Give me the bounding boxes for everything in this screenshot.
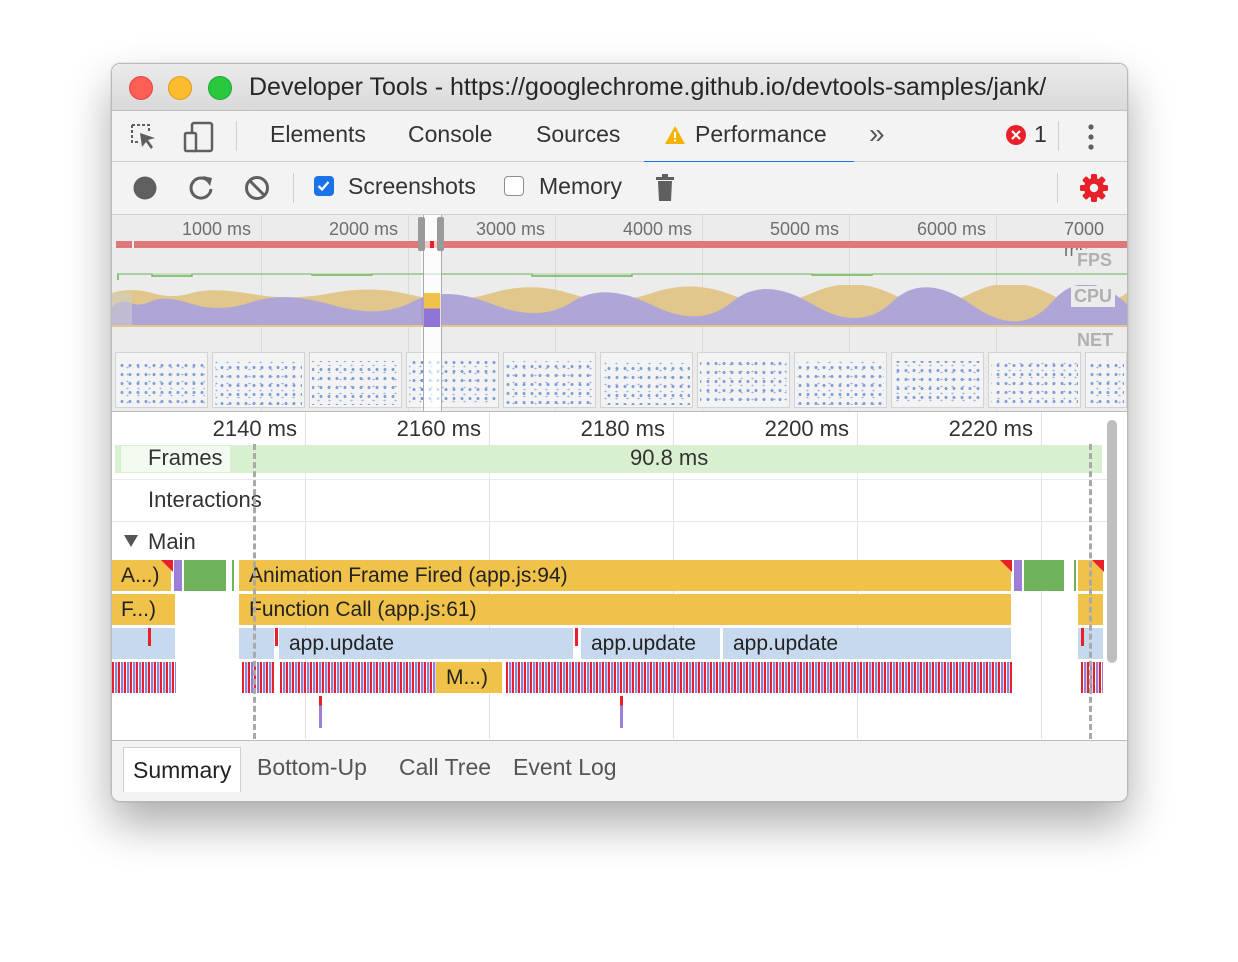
close-window-button[interactable] [129,76,153,100]
zoom-window-button[interactable] [208,76,232,100]
record-button[interactable] [132,175,158,206]
garbage-collect-icon[interactable] [654,173,676,208]
error-icon[interactable] [1005,124,1027,151]
devtools-window: Developer Tools - https://googlechrome.g… [111,63,1128,802]
tab-separator [236,121,237,151]
flame-dense-calls[interactable] [112,662,176,693]
flame-event[interactable] [239,628,275,659]
capture-settings-icon[interactable] [1079,173,1109,208]
flame-dense-calls[interactable] [242,662,274,693]
selection-dim-right [442,215,1127,411]
timeline-tick-label: 2160 ms [396,416,481,441]
flame-event[interactable] [1014,560,1023,591]
flame-event[interactable] [112,628,176,659]
flame-event[interactable]: F...) [112,594,176,625]
performance-toolbar: Screenshots Memory [112,162,1127,215]
selection-cpu-slice [424,293,440,327]
row-divider [112,479,1107,480]
reload-profile-icon[interactable] [187,174,215,207]
flame-event [575,628,578,646]
frame-boundary-line [253,444,256,739]
frame-bar[interactable] [115,445,1102,473]
flame-chart[interactable]: 2140 ms 2160 ms 2180 ms 2200 ms 2220 ms … [112,412,1127,739]
toolbar-separator [293,173,294,203]
panel-tab-bar: Elements Console Sources Performance » 1 [112,111,1127,164]
tab-performance[interactable]: Performance [644,121,854,164]
expand-triangle-icon[interactable] [124,534,138,552]
memory-label[interactable]: Memory [539,173,622,200]
frame-duration: 90.8 ms [630,445,709,470]
more-options-icon[interactable] [1087,123,1095,156]
timeline-tick-label: 2140 ms [212,416,297,441]
flame-event[interactable] [232,560,235,591]
selection-marker [430,241,434,248]
flame-event-app-update[interactable]: app.update [279,628,574,659]
warning-triangle [161,560,173,572]
tab-console[interactable]: Console [408,121,492,161]
tab-separator [1058,121,1059,151]
details-tab-bar: Summary Bottom-Up Call Tree Event Log [112,740,1127,801]
flame-event[interactable] [1024,560,1065,591]
error-count[interactable]: 1 [1034,121,1047,148]
tab-elements[interactable]: Elements [270,121,366,161]
warning-triangle [1092,560,1104,572]
flame-dense-calls[interactable] [280,662,436,693]
flame-event-app-update[interactable]: app.update [723,628,1012,659]
warning-triangle [1000,560,1012,572]
frames-track-label[interactable]: Frames [148,445,223,471]
timeline-tick-label: 2180 ms [580,416,665,441]
flame-event [620,696,623,728]
inspect-element-icon[interactable] [129,122,159,157]
flame-scrollbar[interactable] [1107,420,1117,663]
window-title: Developer Tools - https://googlechrome.g… [249,73,1047,101]
tab-summary[interactable]: Summary [123,747,242,792]
minimize-window-button[interactable] [168,76,192,100]
flame-event[interactable]: M...) [436,662,503,693]
title-bar: Developer Tools - https://googlechrome.g… [112,64,1127,111]
timeline-tick-label: 2200 ms [764,416,849,441]
timeline-overview[interactable]: 1000 ms 2000 ms 3000 ms 4000 ms 5000 ms … [112,215,1127,412]
flame-event-app-update[interactable]: app.update [581,628,721,659]
flame-event [319,696,322,728]
flame-event [275,628,278,646]
screenshots-label[interactable]: Screenshots [348,173,476,200]
warning-icon [664,124,686,152]
frame-boundary-line [1089,444,1092,739]
flame-dense-calls[interactable] [1081,662,1103,693]
memory-checkbox[interactable] [504,176,524,196]
flame-event[interactable] [184,560,227,591]
timeline-tick-label: 2220 ms [948,416,1033,441]
selection-handle-right[interactable] [437,217,444,251]
interactions-track-label[interactable]: Interactions [148,487,262,513]
flame-event-function-call[interactable]: Function Call (app.js:61) [239,594,1012,625]
flame-dense-calls[interactable] [506,662,1012,693]
flame-event-animation-frame[interactable]: Animation Frame Fired (app.js:94) [239,560,1012,591]
device-toolbar-icon[interactable] [182,121,216,158]
screenshots-checkbox[interactable] [314,176,334,196]
tab-sources[interactable]: Sources [536,121,620,161]
main-track-label[interactable]: Main [148,529,196,555]
row-divider [112,521,1107,522]
tab-bottom-up[interactable]: Bottom-Up [257,754,367,781]
tab-event-log[interactable]: Event Log [513,754,617,781]
tab-call-tree[interactable]: Call Tree [399,754,491,781]
flame-event [148,628,151,646]
toolbar-separator [1057,173,1058,203]
selection-handle-left[interactable] [418,217,425,251]
more-tabs-button[interactable]: » [869,118,885,158]
flame-event[interactable] [174,560,183,591]
flame-event[interactable] [1074,560,1077,591]
clear-icon[interactable] [244,175,270,206]
selection-dim-left [112,215,421,411]
flame-event [1081,628,1084,646]
tab-performance-label: Performance [695,121,827,147]
